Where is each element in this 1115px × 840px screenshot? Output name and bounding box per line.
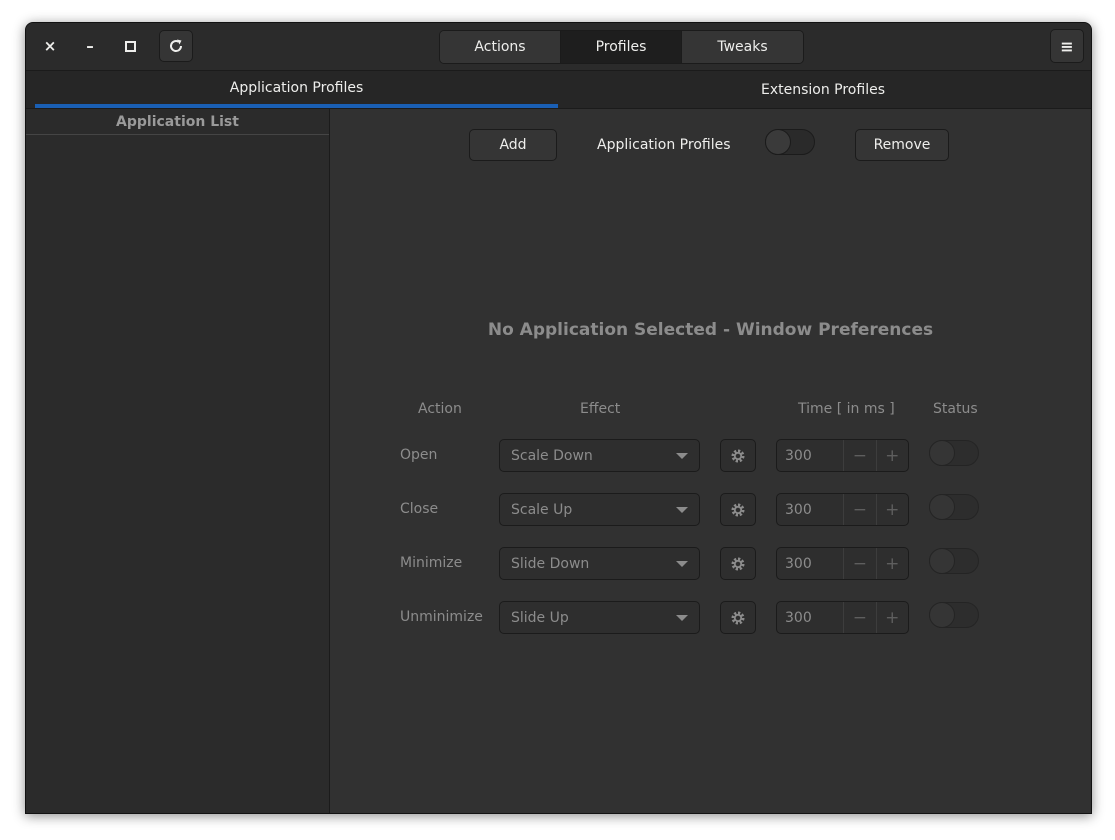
time-value[interactable]: 300 <box>777 548 843 579</box>
gear-icon <box>731 503 745 516</box>
refresh-button[interactable] <box>159 30 193 62</box>
column-header-action: Action <box>418 401 462 417</box>
status-toggle-close[interactable] <box>929 494 979 520</box>
effect-dropdown-unminimize[interactable]: Slide Up <box>499 601 700 634</box>
decrement-button[interactable]: − <box>843 494 875 525</box>
hamburger-menu-icon: ≡ <box>1060 36 1074 56</box>
effect-dropdown-open[interactable]: Scale Down <box>499 439 700 472</box>
effect-settings-button-close[interactable] <box>720 493 756 526</box>
profile-editor: Add Application Profiles Remove No Appli… <box>330 109 1091 813</box>
decrement-button[interactable]: − <box>843 440 875 471</box>
application-profiles-toggle[interactable] <box>765 129 815 155</box>
dropdown-arrow-icon <box>676 453 688 459</box>
application-list-sidebar: Application List <box>26 109 330 813</box>
toggle-knob <box>929 602 955 628</box>
action-label-open: Open <box>400 447 438 463</box>
column-header-time: Time [ in ms ] <box>798 401 895 417</box>
close-icon: × <box>43 37 57 55</box>
effect-settings-button-open[interactable] <box>720 439 756 472</box>
increment-button[interactable]: + <box>875 602 908 633</box>
maximize-icon <box>124 40 136 52</box>
minimize-window-button[interactable]: – <box>80 36 100 56</box>
tab-application-profiles[interactable]: Application Profiles <box>35 71 558 108</box>
action-label-close: Close <box>400 501 439 517</box>
tab-extension-profiles[interactable]: Extension Profiles <box>558 71 1088 108</box>
toggle-knob <box>929 494 955 520</box>
toggle-knob <box>929 548 955 574</box>
effect-settings-button-unminimize[interactable] <box>720 601 756 634</box>
add-button[interactable]: Add <box>469 129 557 161</box>
status-toggle-minimize[interactable] <box>929 548 979 574</box>
column-header-status: Status <box>933 401 978 417</box>
refresh-icon <box>170 39 183 52</box>
status-toggle-unminimize[interactable] <box>929 602 979 628</box>
time-spinbutton-open[interactable]: 300 − + <box>776 439 909 472</box>
app-window: × – Actions Profiles Tweaks ≡ Applicatio… <box>25 22 1092 814</box>
column-header-effect: Effect <box>580 401 621 417</box>
switch-tweaks[interactable]: Tweaks <box>682 31 803 63</box>
view-switcher: Actions Profiles Tweaks <box>439 30 804 64</box>
action-label-minimize: Minimize <box>400 555 463 571</box>
gear-icon <box>731 449 745 462</box>
decrement-button[interactable]: − <box>843 602 875 633</box>
toggle-knob <box>929 440 955 466</box>
application-list-title: Application List <box>26 109 329 135</box>
time-value[interactable]: 300 <box>777 494 843 525</box>
effect-value: Slide Down <box>511 555 590 572</box>
minimize-icon: – <box>86 37 94 55</box>
effect-dropdown-minimize[interactable]: Slide Down <box>499 547 700 580</box>
window-preferences-heading: No Application Selected - Window Prefere… <box>487 320 934 340</box>
dropdown-arrow-icon <box>676 507 688 513</box>
effect-dropdown-close[interactable]: Scale Up <box>499 493 700 526</box>
main-menu-button[interactable]: ≡ <box>1050 29 1084 63</box>
toggle-knob <box>765 129 791 155</box>
time-spinbutton-minimize[interactable]: 300 − + <box>776 547 909 580</box>
maximize-window-button[interactable] <box>120 36 140 56</box>
effect-value: Scale Up <box>511 501 573 518</box>
effect-settings-button-minimize[interactable] <box>720 547 756 580</box>
remove-button[interactable]: Remove <box>855 129 949 161</box>
time-spinbutton-unminimize[interactable]: 300 − + <box>776 601 909 634</box>
time-value[interactable]: 300 <box>777 440 843 471</box>
switch-actions[interactable]: Actions <box>440 31 561 63</box>
profile-tabs: Application Profiles Extension Profiles <box>26 71 1091 109</box>
close-window-button[interactable]: × <box>40 36 60 56</box>
increment-button[interactable]: + <box>875 440 908 471</box>
header-bar: × – Actions Profiles Tweaks ≡ <box>26 23 1091 71</box>
increment-button[interactable]: + <box>875 548 908 579</box>
effect-value: Scale Down <box>511 447 593 464</box>
switch-profiles[interactable]: Profiles <box>561 31 682 63</box>
effect-value: Slide Up <box>511 609 569 626</box>
action-label-unminimize: Unminimize <box>400 609 483 625</box>
status-toggle-open[interactable] <box>929 440 979 466</box>
gear-icon <box>731 611 745 624</box>
time-value[interactable]: 300 <box>777 602 843 633</box>
application-profiles-label: Application Profiles <box>597 137 731 153</box>
gear-icon <box>731 557 745 570</box>
time-spinbutton-close[interactable]: 300 − + <box>776 493 909 526</box>
increment-button[interactable]: + <box>875 494 908 525</box>
dropdown-arrow-icon <box>676 615 688 621</box>
decrement-button[interactable]: − <box>843 548 875 579</box>
dropdown-arrow-icon <box>676 561 688 567</box>
